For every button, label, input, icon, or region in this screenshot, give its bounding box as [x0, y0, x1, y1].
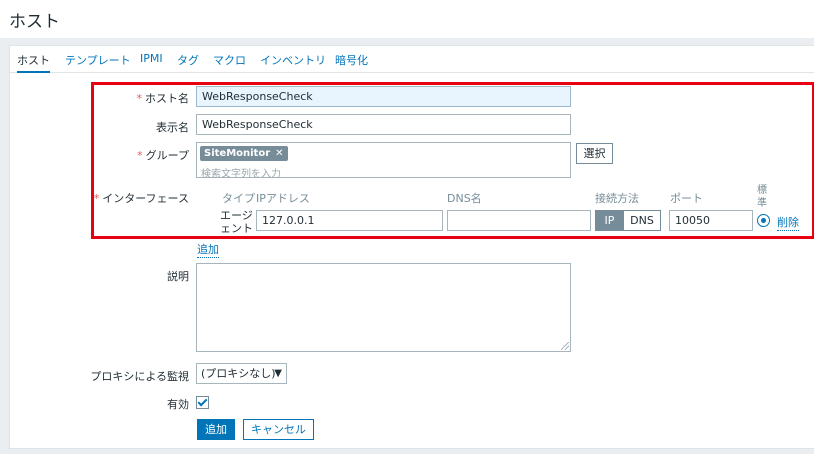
tab-macros[interactable]: マクロ [213, 52, 246, 73]
description-label: 説明 [167, 270, 189, 283]
visible-name-input[interactable]: WebResponseCheck [196, 114, 571, 135]
tab-bar: ホスト テンプレート IPMI タグ マクロ インベントリ 暗号化 [10, 46, 814, 73]
interface-dns-input[interactable] [447, 210, 591, 231]
groups-search-placeholder[interactable]: 検索文字列を入力 [201, 165, 281, 180]
add-interface-link[interactable]: 追加 [197, 241, 219, 258]
description-textarea[interactable] [196, 263, 571, 352]
interface-ip-input[interactable]: 127.0.0.1 [256, 210, 443, 231]
cancel-button[interactable]: キャンセル [243, 419, 314, 440]
tab-tags[interactable]: タグ [177, 52, 199, 73]
connect-dns-button[interactable]: DNS [623, 210, 661, 231]
interface-col-ip: IPアドレス [256, 192, 310, 205]
interface-type: エージェント [220, 209, 253, 235]
groups-label-text: グループ [145, 149, 189, 162]
proxy-select-value: (プロキシなし) [201, 367, 276, 380]
proxy-select[interactable]: (プロキシなし) ▼ [196, 363, 287, 384]
add-button[interactable]: 追加 [197, 419, 235, 440]
close-icon[interactable]: ✕ [275, 148, 283, 159]
interfaces-label-text: インターフェース [102, 192, 189, 205]
group-chip-label: SiteMonitor [204, 148, 271, 159]
interface-col-type: タイプ [222, 192, 255, 205]
interface-col-port: ポート [670, 192, 703, 205]
proxy-label: プロキシによる監視 [90, 370, 189, 383]
host-name-input[interactable]: WebResponseCheck [196, 86, 571, 107]
required-mark: * [137, 149, 143, 162]
interface-port-input[interactable]: 10050 [669, 210, 753, 231]
default-interface-radio[interactable] [757, 214, 770, 227]
interface-col-default: 標準 [757, 185, 767, 209]
tab-ipmi[interactable]: IPMI [140, 52, 163, 73]
required-mark: * [93, 192, 100, 205]
group-chip: SiteMonitor ✕ [200, 146, 288, 161]
tab-inventory[interactable]: インベントリ [260, 52, 326, 73]
page-title: ホスト [9, 12, 60, 32]
resize-grip-icon[interactable] [561, 342, 569, 350]
interface-col-connect: 接続方法 [595, 192, 639, 205]
enabled-label: 有効 [167, 398, 189, 411]
select-groups-button[interactable]: 選択 [576, 143, 613, 164]
chevron-down-icon: ▼ [274, 368, 282, 379]
tab-encryption[interactable]: 暗号化 [335, 52, 368, 73]
page-header: ホスト [0, 0, 814, 38]
check-icon [197, 396, 208, 407]
interfaces-label: * インターフェース [94, 190, 189, 206]
interface-col-dns: DNS名 [447, 192, 482, 205]
required-mark: * [136, 92, 143, 105]
groups-multiselect[interactable]: SiteMonitor ✕ 検索文字列を入力 [196, 142, 571, 180]
tab-host[interactable]: ホスト [17, 52, 50, 73]
enabled-checkbox[interactable] [196, 396, 209, 409]
host-name-label-text: ホスト名 [145, 92, 189, 105]
groups-label: * グループ [137, 147, 189, 163]
tab-templates[interactable]: テンプレート [65, 52, 131, 73]
host-form-card: ホスト テンプレート IPMI タグ マクロ インベントリ 暗号化 * ホスト名 … [9, 45, 814, 449]
connect-ip-button[interactable]: IP [595, 210, 624, 231]
remove-interface-link[interactable]: 削除 [777, 214, 799, 231]
host-name-label: * ホスト名 [137, 90, 190, 106]
visible-name-label: 表示名 [156, 121, 189, 134]
